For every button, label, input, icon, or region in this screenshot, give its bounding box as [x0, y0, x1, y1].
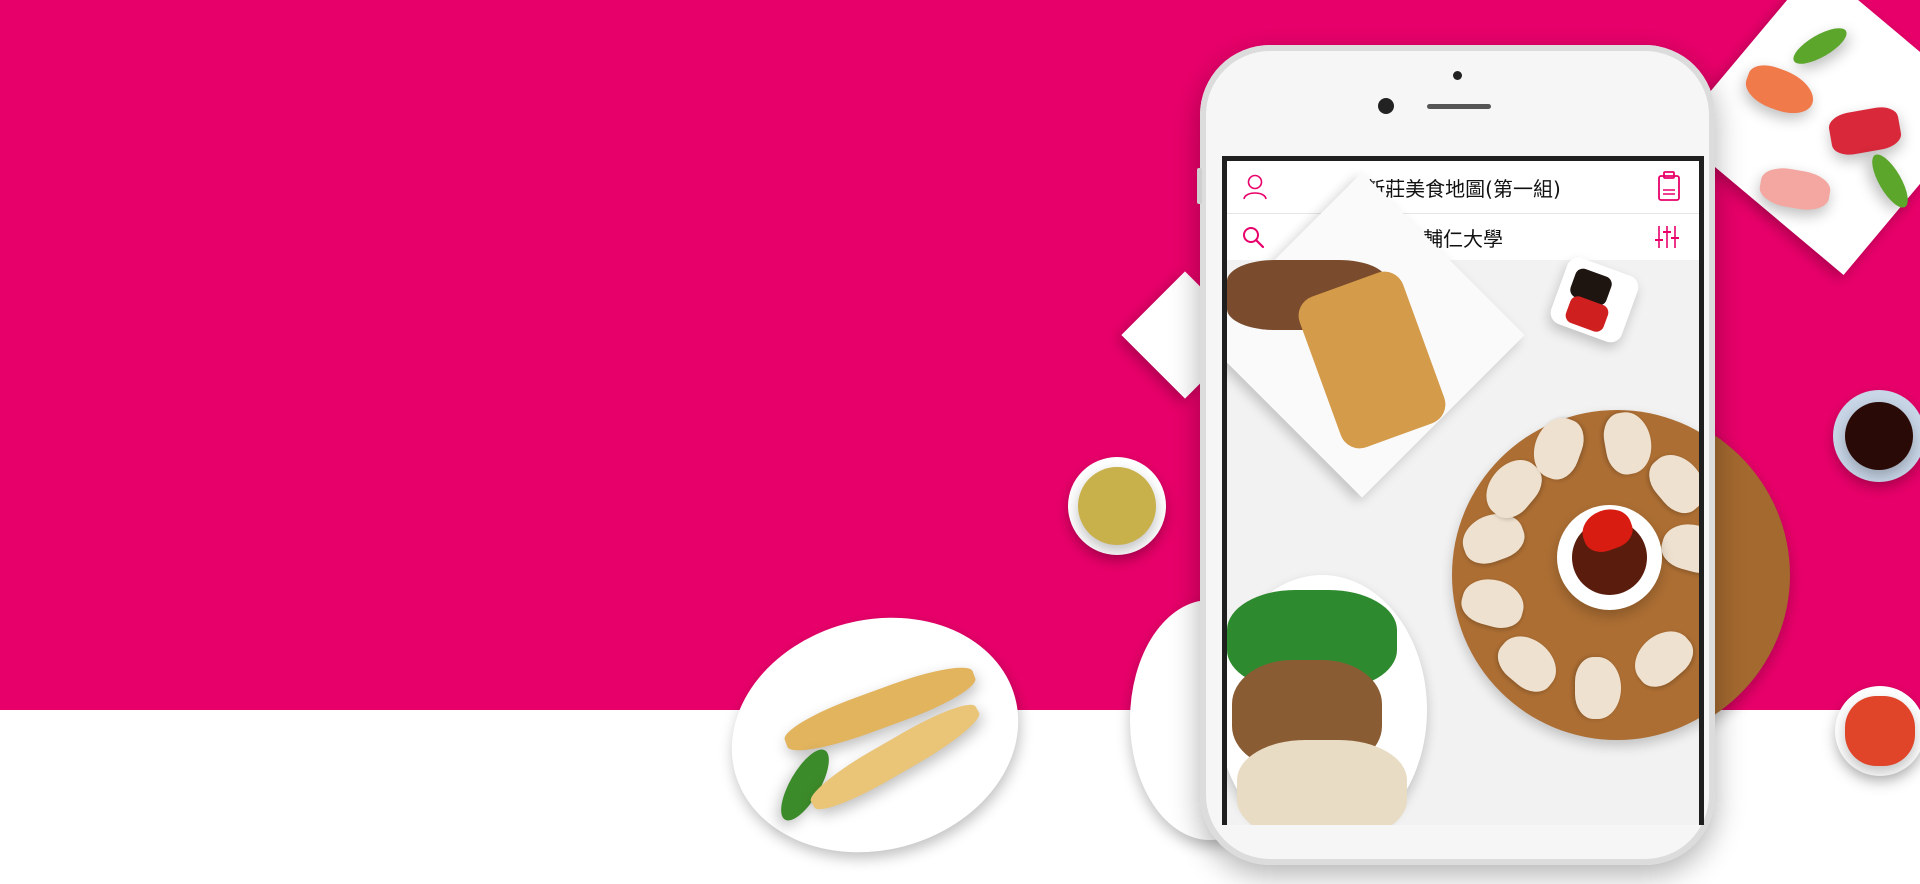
phone-camera — [1378, 98, 1394, 114]
app-header: 新莊美食地圖(第一組) — [1227, 161, 1699, 214]
clipboard-bag-icon — [1658, 171, 1680, 201]
pickled-vegetable — [1078, 467, 1156, 545]
search-button[interactable] — [1237, 221, 1269, 253]
food-showcase — [1227, 172, 1699, 825]
phone-side-button — [1197, 168, 1202, 204]
phone-sensor — [1453, 71, 1462, 80]
sliders-icon — [1655, 226, 1679, 248]
search-icon — [1243, 227, 1265, 249]
profile-button[interactable] — [1239, 171, 1271, 203]
rice-noodles — [1237, 740, 1407, 825]
filter-button[interactable] — [1651, 221, 1683, 253]
phone-screen: 新莊美食地圖(第一組) 輔仁大學 — [1222, 156, 1704, 825]
app-title: 新莊美食地圖(第一組) — [1365, 176, 1561, 201]
kimchi — [1845, 696, 1915, 766]
dumpling — [1575, 657, 1621, 719]
soy-sauce — [1845, 402, 1913, 470]
user-outline-icon — [1243, 174, 1267, 200]
phone-speaker — [1427, 104, 1491, 109]
cart-button[interactable] — [1653, 170, 1685, 202]
